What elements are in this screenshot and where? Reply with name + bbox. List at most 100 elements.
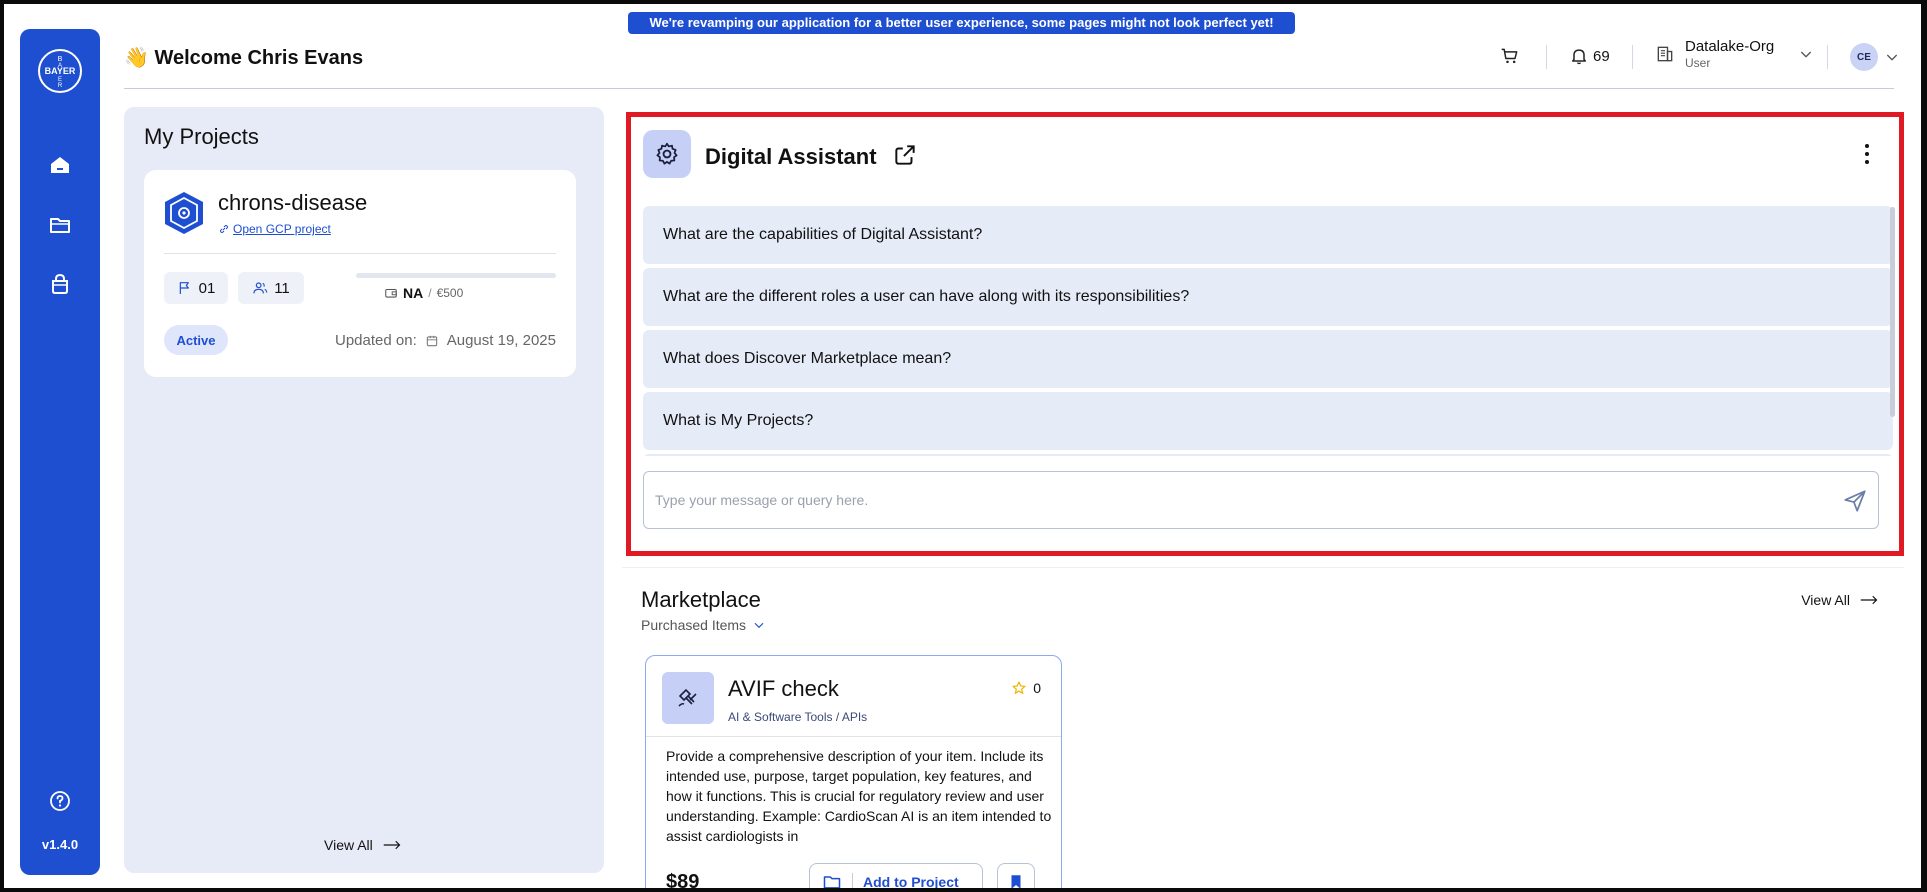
marketplace-view-all-link[interactable]: View All <box>1801 592 1878 608</box>
chevron-down-icon <box>754 622 764 629</box>
updated-date: August 19, 2025 <box>446 332 556 349</box>
cart-icon <box>1501 48 1518 64</box>
assistant-title: Digital Assistant <box>705 144 877 169</box>
org-switcher[interactable]: Datalake-Org User <box>1655 38 1814 70</box>
svg-text:A: A <box>58 63 62 69</box>
sidebar-item-marketplace[interactable] <box>47 271 73 297</box>
marketplace-panel: Marketplace Purchased Items View All AVI… <box>622 567 1904 892</box>
avatar: CE <box>1850 43 1878 71</box>
bayer-logo[interactable]: BAYER B A E R <box>38 49 82 93</box>
chevron-down-icon <box>1886 54 1898 61</box>
header-divider-line <box>124 88 1894 89</box>
folder-icon <box>50 218 70 233</box>
filter-label: Purchased Items <box>641 617 747 633</box>
item-title: AVIF check <box>728 676 839 701</box>
star-icon <box>1012 681 1026 694</box>
help-button[interactable] <box>47 788 73 814</box>
bookmark-icon <box>1011 875 1021 889</box>
header-divider <box>1546 45 1547 69</box>
suggested-questions-list: What are the capabilities of Digital Ass… <box>643 206 1893 456</box>
bell-icon <box>1572 49 1586 65</box>
app-version: v1.4.0 <box>41 837 79 852</box>
welcome-text: Welcome Chris Evans <box>154 47 364 69</box>
members-chip: 11 <box>238 272 304 304</box>
home-icon <box>51 157 69 173</box>
project-card[interactable]: chrons-disease Open GCP project 01 11 NA… <box>144 170 576 377</box>
budget-summary: NA / €500 <box>384 285 463 301</box>
message-input-box <box>643 471 1879 529</box>
arrow-right-icon <box>383 840 401 850</box>
bag-icon <box>52 273 68 294</box>
digital-assistant-panel: Digital Assistant What are the capabilit… <box>626 112 1904 556</box>
sidebar-item-home[interactable] <box>47 152 73 178</box>
item-rating: 0 <box>1011 680 1041 696</box>
members-count: 11 <box>274 279 290 297</box>
org-name: Datalake-Org <box>1685 38 1775 55</box>
updated-on: Updated on: August 19, 2025 <box>335 332 556 349</box>
svg-text:R: R <box>58 83 63 89</box>
card-divider <box>646 736 1061 737</box>
add-to-project-label: Add to Project <box>863 874 959 890</box>
arrow-right-icon <box>1860 595 1878 605</box>
calendar-icon <box>426 335 437 346</box>
suggested-question[interactable] <box>643 454 1893 456</box>
more-options-icon[interactable] <box>1863 143 1871 165</box>
status-badge: Active <box>164 325 228 355</box>
add-to-project-button[interactable]: Add to Project <box>809 863 983 892</box>
sidebar: BAYER B A E R v1.4.0 <box>20 29 100 875</box>
chevron-down-icon <box>1801 51 1812 58</box>
sidebar-item-projects[interactable] <box>47 212 73 238</box>
message-input[interactable] <box>644 472 1794 528</box>
budget-progress-bar <box>356 273 556 278</box>
item-thumbnail <box>662 672 714 724</box>
building-icon <box>1657 46 1673 62</box>
suggested-question[interactable]: What are the capabilities of Digital Ass… <box>643 206 1893 264</box>
my-projects-title: My Projects <box>144 124 259 149</box>
projects-view-all-link[interactable]: View All <box>324 837 401 853</box>
questions-scrollbar[interactable] <box>1890 207 1895 417</box>
link-icon <box>220 225 228 233</box>
welcome-heading: 👋 Welcome Chris Evans <box>124 45 363 70</box>
flag-icon <box>179 282 189 294</box>
notifications-count: 69 <box>1593 47 1610 65</box>
bookmark-button[interactable] <box>997 863 1035 892</box>
suggested-question[interactable]: What does Discover Marketplace mean? <box>643 330 1893 388</box>
users-icon <box>253 282 268 294</box>
svg-text:B: B <box>58 56 63 63</box>
card-divider <box>164 253 556 254</box>
marketplace-item-card[interactable]: AVIF check AI & Software Tools / APIs 0 … <box>645 655 1062 892</box>
project-hex-icon <box>165 192 203 234</box>
notifications-button[interactable]: 69 <box>1569 46 1610 66</box>
updated-label: Updated on: <box>335 332 417 349</box>
suggested-question[interactable]: What are the different roles a user can … <box>643 268 1893 326</box>
cart-button[interactable] <box>1500 46 1520 66</box>
header-divider <box>1632 45 1633 69</box>
header-divider <box>1827 45 1828 69</box>
bayer-cross-icon: BAYER B A E R <box>45 56 76 89</box>
help-icon <box>50 791 70 811</box>
suggested-question[interactable]: What is My Projects? <box>643 392 1893 450</box>
marketplace-filter-dropdown[interactable]: Purchased Items <box>641 617 766 633</box>
open-gcp-project-link[interactable]: Open GCP project <box>218 222 331 236</box>
send-icon[interactable] <box>1842 488 1868 514</box>
button-divider <box>852 873 853 891</box>
budget-used: NA <box>403 285 424 301</box>
milestones-count: 01 <box>198 279 216 297</box>
org-role: User <box>1685 56 1711 70</box>
announcement-banner: We're revamping our application for a be… <box>628 12 1295 34</box>
folder-add-icon <box>823 876 841 889</box>
external-link-icon[interactable] <box>892 142 918 168</box>
wave-emoji: 👋 <box>124 47 149 69</box>
rating-value: 0 <box>1033 680 1041 696</box>
wallet-icon <box>385 288 397 298</box>
my-projects-panel: My Projects chrons-disease Open GCP proj… <box>124 107 604 873</box>
assistant-icon-tile <box>643 130 691 178</box>
milestones-chip: 01 <box>164 272 228 304</box>
budget-separator: / <box>428 286 432 300</box>
satellite-icon <box>678 688 697 707</box>
view-all-label: View All <box>1801 592 1850 608</box>
item-description: Provide a comprehensive description of y… <box>666 748 1052 844</box>
marketplace-title: Marketplace <box>641 587 761 612</box>
view-all-label: View All <box>324 837 373 853</box>
user-menu[interactable]: CE <box>1850 43 1900 71</box>
